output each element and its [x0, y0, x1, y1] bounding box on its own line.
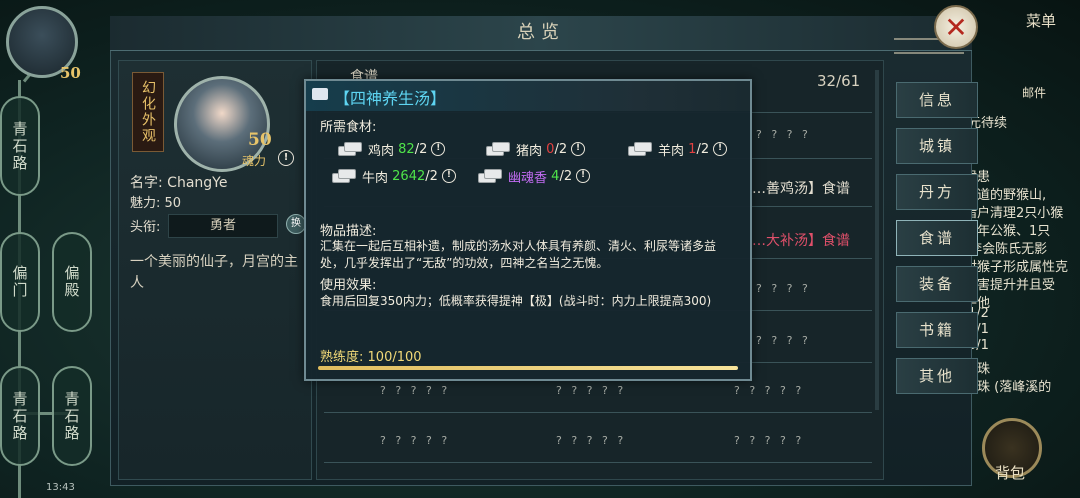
menu-info[interactable]: 信息	[896, 82, 978, 118]
ingredient-name: 猪肉	[516, 143, 543, 159]
side-quest-panel: 元待续 猴患 大道的野猴山, 猎户清理2只小猴 成年公猴、1只 (李会陈氏无影 …	[964, 110, 1080, 410]
charm-label: 魂力	[242, 154, 267, 168]
effect-text: 食用后回复350内力；低概率获得提神【极】(战斗时：内力上限提高300)	[320, 294, 712, 308]
map-node-qingshilu[interactable]: 青石路	[0, 96, 40, 196]
meat-icon	[484, 140, 512, 158]
ingredient-need: /2	[559, 168, 573, 184]
ingredient-item: 鸡肉 82/2 !	[336, 139, 446, 159]
menu-button[interactable]: 菜单	[1026, 10, 1056, 31]
clock: 13:43	[46, 482, 75, 493]
ingredient-item: 幽魂香 4/2 !	[476, 166, 591, 186]
mail-button[interactable]: 邮件	[1022, 84, 1046, 101]
character-level: 50	[248, 130, 272, 150]
info-icon[interactable]: !	[431, 142, 446, 156]
ingredient-name: 鸡肉	[368, 143, 395, 159]
ingredient-need: /2	[554, 141, 568, 157]
info-icon[interactable]: !	[278, 150, 294, 166]
unknown-recipe[interactable]: ? ? ? ?	[756, 282, 811, 295]
menu-recipe-pill[interactable]: 丹方	[896, 174, 978, 210]
map-node-qingshilu[interactable]: 青石路	[52, 366, 92, 466]
row-divider	[324, 412, 872, 413]
unknown-recipe[interactable]: ? ? ? ? ?	[734, 384, 804, 397]
quest-text: 猎户清理2只小猴	[964, 206, 1064, 221]
ingredient-name: 牛肉	[362, 170, 389, 186]
quest-text: 对猴子形成属性克	[964, 260, 1069, 275]
map-node-pianmen[interactable]: 偏门	[0, 232, 40, 332]
ingredient-have: 82	[398, 141, 415, 157]
ingredient-item: 羊肉 1/2 !	[626, 139, 728, 159]
recipe-name: 【四神养生汤】	[334, 89, 447, 108]
ingredient-item: 猪肉 0/2 !	[484, 139, 586, 159]
ingredient-have: 2642	[392, 168, 426, 184]
character-description: 一个美丽的仙子，月宫的主人	[130, 254, 298, 291]
ingredient-need: /2	[425, 168, 438, 184]
menu-books[interactable]: 书籍	[896, 312, 978, 348]
info-icon[interactable]: !	[441, 169, 456, 183]
character-name: 名字: ChangYe	[130, 175, 228, 191]
ingredient-item: 牛肉 2642/2 !	[330, 166, 456, 186]
title-label: 头衔:	[130, 220, 161, 235]
proficiency-bar	[318, 366, 738, 370]
proficiency-value: 100/100	[367, 350, 422, 365]
meat-icon	[336, 140, 364, 158]
menu-cookbook[interactable]: 食谱	[896, 220, 978, 256]
unknown-recipe[interactable]: ? ? ? ?	[756, 334, 811, 347]
info-icon[interactable]: !	[713, 142, 728, 156]
row-divider	[324, 462, 872, 463]
unknown-recipe[interactable]: ? ? ? ? ?	[380, 434, 450, 447]
unknown-recipe[interactable]: ? ? ? ? ?	[734, 434, 804, 447]
appearance-button[interactable]: 幻化外观	[132, 72, 164, 152]
unknown-recipe[interactable]: ? ? ? ? ?	[380, 384, 450, 397]
window-title: 总览	[517, 22, 565, 43]
unknown-recipe[interactable]: ? ? ? ? ?	[556, 384, 626, 397]
character-charm: 魅力: 50	[130, 196, 182, 211]
ingredient-name: 羊肉	[658, 143, 685, 159]
effect-label: 使用效果:	[320, 278, 377, 293]
swap-title-button[interactable]: 换	[286, 214, 306, 234]
menu-other[interactable]: 其他	[896, 358, 978, 394]
player-level: 50	[60, 64, 81, 82]
recipe-count: 32/61	[817, 72, 861, 90]
ingredient-name: 幽魂香	[508, 170, 548, 186]
ingredient-need: /2	[696, 141, 710, 157]
recipe-item[interactable]: …大补汤】食谱	[752, 230, 850, 250]
bag-label: 背包	[995, 464, 1026, 482]
window-title-bar: 总览	[110, 16, 972, 51]
ingredients-label: 所需食材:	[320, 120, 377, 135]
unknown-recipe[interactable]: ? ? ? ?	[756, 128, 811, 141]
map-node-piandian[interactable]: 偏殿	[52, 232, 92, 332]
incense-icon	[476, 167, 504, 185]
info-icon[interactable]: !	[571, 142, 586, 156]
close-icon: ✕	[944, 10, 968, 44]
recipe-item[interactable]: …善鸡汤】食谱	[752, 178, 850, 198]
meat-icon	[626, 140, 654, 158]
ingredient-have: 4	[551, 168, 560, 184]
info-icon[interactable]: !	[576, 169, 591, 183]
book-icon	[312, 88, 328, 100]
menu-equipment[interactable]: 装备	[896, 266, 978, 302]
proficiency: 熟练度: 100/100	[320, 346, 422, 365]
menu-town[interactable]: 城镇	[896, 128, 978, 164]
ingredient-have: 0	[546, 141, 555, 157]
ingredient-need: /2	[414, 141, 428, 157]
scrollbar[interactable]	[875, 70, 879, 410]
description-text: 汇集在一起后互相补遗，制成的汤水对人体具有养颜、清火、利尿等诸多益处，几乎发挥出…	[320, 239, 717, 270]
ingredient-have: 1	[688, 141, 697, 157]
description-label: 物品描述:	[320, 224, 377, 239]
map-node-qingshilu[interactable]: 青石路	[0, 366, 40, 466]
meat-icon	[330, 167, 358, 185]
proficiency-label: 熟练度:	[320, 350, 364, 365]
title-value: 勇者	[168, 214, 278, 238]
unknown-recipe[interactable]: ? ? ? ? ?	[556, 434, 626, 447]
close-button[interactable]: ✕	[934, 5, 978, 49]
